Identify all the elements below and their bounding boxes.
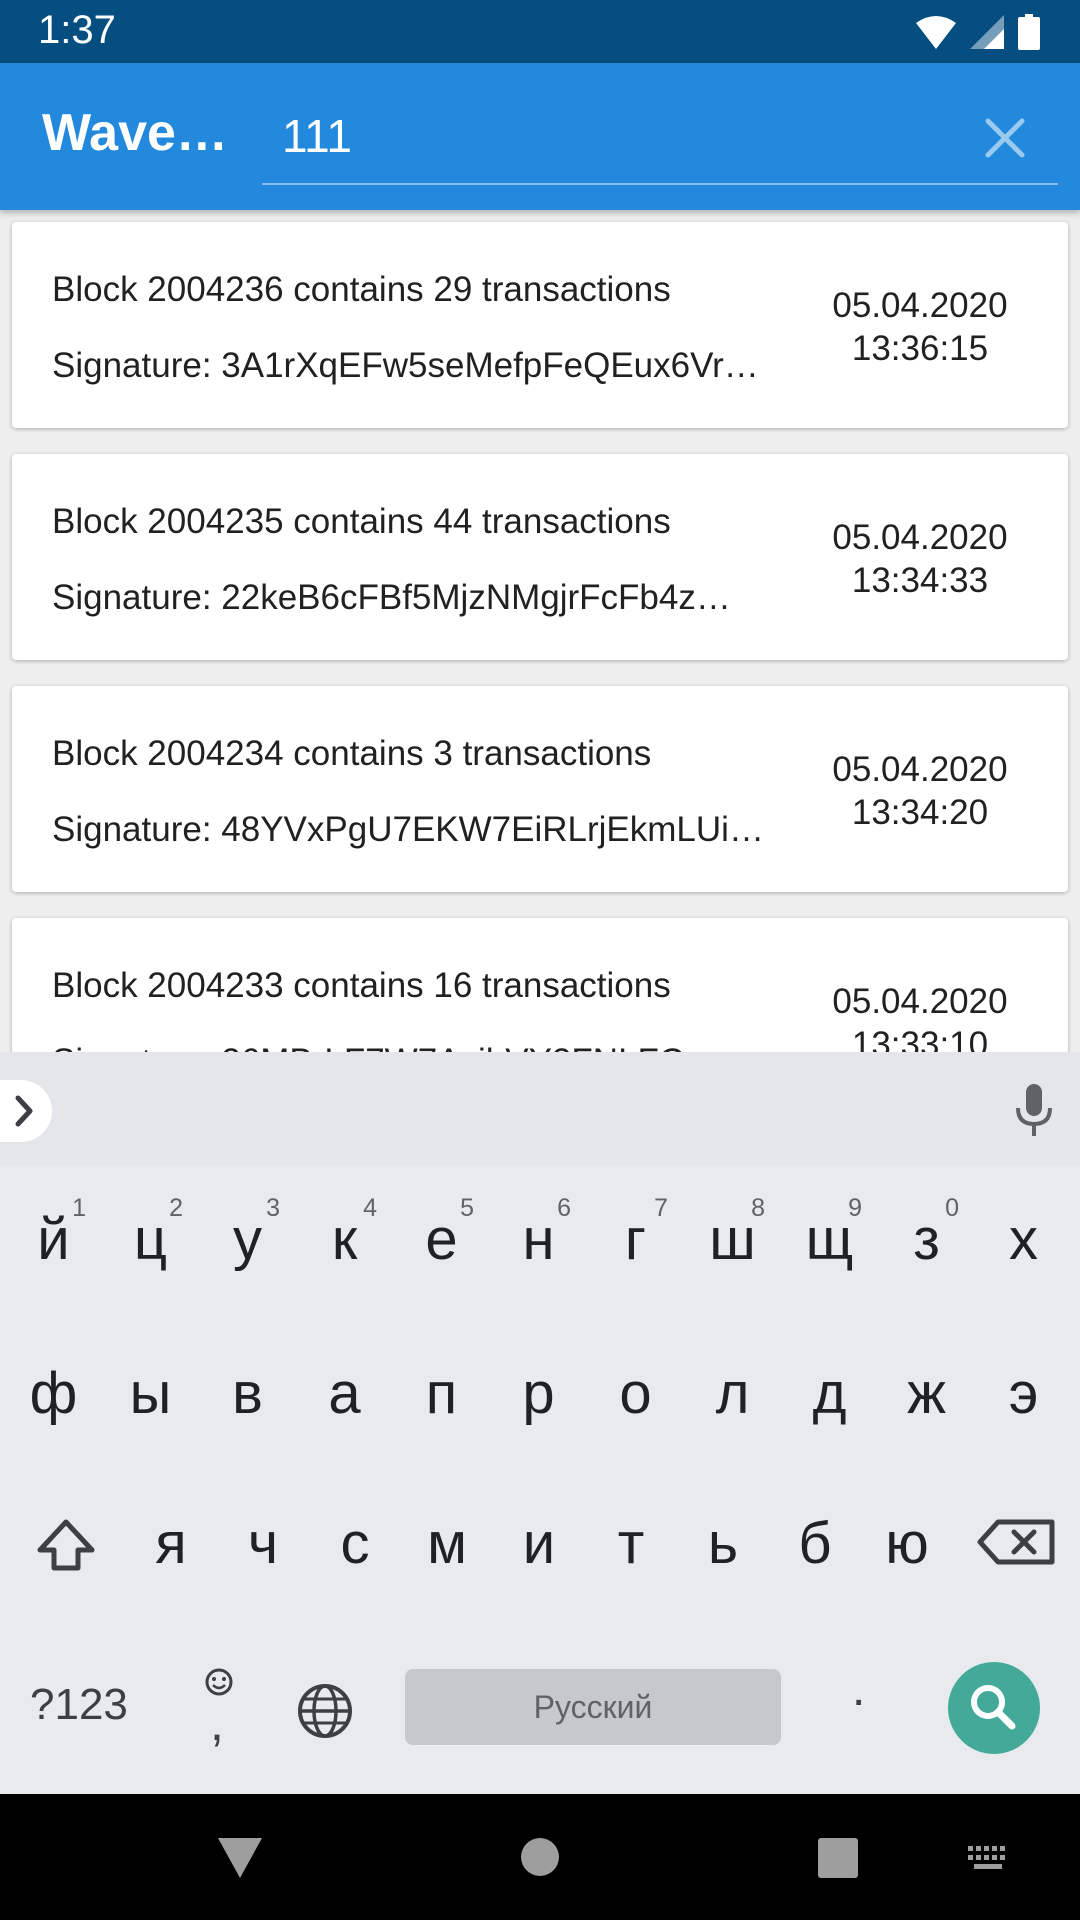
key-в[interactable]: в <box>199 1320 296 1450</box>
key-е[interactable]: 5е <box>393 1166 490 1296</box>
key-р[interactable]: р <box>490 1320 587 1450</box>
search-field[interactable] <box>262 101 1058 185</box>
key-ю[interactable]: ю <box>861 1474 953 1604</box>
search-icon <box>971 1685 1016 1730</box>
key-б[interactable]: б <box>769 1474 861 1604</box>
navigation-bar <box>0 1794 1080 1920</box>
key-я[interactable]: я <box>125 1474 217 1604</box>
key-м[interactable]: м <box>401 1474 493 1604</box>
key-у[interactable]: 3у <box>199 1166 296 1296</box>
block-signature: Signature: 22keB6cFBf5MjzNMgjrFcFb4z… <box>52 578 731 617</box>
backspace-key[interactable] <box>968 1474 1060 1604</box>
soft-keyboard: 1й 2ц 3у 4к 5е 6н 7г 8ш 9щ 0з х ф ы в а … <box>0 1052 1080 1794</box>
key-ь[interactable]: ь <box>677 1474 769 1604</box>
key-ф[interactable]: ф <box>5 1320 102 1450</box>
block-time: 13:34:33 <box>851 561 989 600</box>
block-timestamp: 05.04.2020 13:33:10 <box>820 980 1020 1052</box>
key-п[interactable]: п <box>393 1320 490 1450</box>
block-date: 05.04.2020 <box>832 750 1008 789</box>
key-к[interactable]: 4к <box>296 1166 393 1296</box>
comma-emoji-key[interactable]: , <box>198 1662 240 1752</box>
key-ц[interactable]: 2ц <box>102 1166 199 1296</box>
block-time: 13:33:10 <box>851 1025 989 1052</box>
app-title: Wave… <box>42 104 228 162</box>
battery-icon <box>1018 14 1040 50</box>
block-date: 05.04.2020 <box>832 286 1008 325</box>
block-card[interactable]: Block 2004233 contains 16 transactions S… <box>12 918 1068 1052</box>
microphone-icon[interactable] <box>1014 1084 1054 1138</box>
app-bar: Wave… <box>0 63 1080 210</box>
status-bar: 1:37 <box>0 0 1080 63</box>
back-icon[interactable] <box>216 1836 264 1880</box>
key-й[interactable]: 1й <box>5 1166 102 1296</box>
key-з[interactable]: 0з <box>878 1166 975 1296</box>
block-title: Block 2004235 contains 44 transactions <box>52 502 671 541</box>
block-signature: Signature: 26MBrLF7W7AsjhVY3FNLFC… <box>52 1042 719 1052</box>
key-т[interactable]: т <box>585 1474 677 1604</box>
key-ы[interactable]: ы <box>102 1320 199 1450</box>
space-key[interactable]: Русский <box>405 1669 781 1745</box>
globe-icon[interactable] <box>296 1682 354 1740</box>
key-д[interactable]: д <box>781 1320 878 1450</box>
period-key[interactable]: . <box>852 1662 865 1717</box>
search-input[interactable] <box>262 101 982 171</box>
key-щ[interactable]: 9щ <box>781 1166 878 1296</box>
block-timestamp: 05.04.2020 13:34:20 <box>820 748 1020 834</box>
block-signature: Signature: 48YVxPgU7EKW7EiRLrjEkmLUi… <box>52 810 764 849</box>
block-date: 05.04.2020 <box>832 982 1008 1021</box>
keyboard-switch-icon[interactable] <box>966 1844 1012 1872</box>
key-х[interactable]: х <box>975 1166 1072 1296</box>
backspace-icon <box>977 1519 1055 1565</box>
chevron-right-icon <box>15 1095 33 1127</box>
block-time: 13:36:15 <box>851 329 989 368</box>
key-н[interactable]: 6н <box>490 1166 587 1296</box>
wifi-icon <box>916 16 956 49</box>
block-date: 05.04.2020 <box>832 518 1008 557</box>
search-action-key[interactable] <box>948 1662 1040 1754</box>
key-с[interactable]: с <box>309 1474 401 1604</box>
block-timestamp: 05.04.2020 13:34:33 <box>820 516 1020 602</box>
block-card[interactable]: Block 2004235 contains 44 transactions S… <box>12 454 1068 660</box>
key-л[interactable]: л <box>684 1320 781 1450</box>
shift-icon <box>37 1519 95 1571</box>
key-г[interactable]: 7г <box>587 1166 684 1296</box>
key-ж[interactable]: ж <box>878 1320 975 1450</box>
key-а[interactable]: а <box>296 1320 393 1450</box>
comma-label: , <box>210 1695 224 1751</box>
recents-icon[interactable] <box>818 1838 858 1878</box>
block-timestamp: 05.04.2020 13:36:15 <box>820 284 1020 370</box>
key-ш[interactable]: 8ш <box>684 1166 781 1296</box>
shift-key[interactable] <box>20 1474 112 1604</box>
block-title: Block 2004233 contains 16 transactions <box>52 966 671 1005</box>
status-time: 1:37 <box>38 8 116 52</box>
block-title: Block 2004234 contains 3 transactions <box>52 734 652 773</box>
key-о[interactable]: о <box>587 1320 684 1450</box>
key-и[interactable]: и <box>493 1474 585 1604</box>
expand-toolbar-button[interactable] <box>0 1080 52 1142</box>
home-icon[interactable] <box>519 1836 561 1878</box>
suggestion-strip <box>0 1052 1080 1166</box>
block-card[interactable]: Block 2004236 contains 29 transactions S… <box>12 222 1068 428</box>
key-ч[interactable]: ч <box>217 1474 309 1604</box>
signal-icon <box>970 15 1004 49</box>
block-list: Block 2004236 contains 29 transactions S… <box>0 210 1080 1052</box>
block-signature: Signature: 3A1rXqEFw5seMefpFeQEux6Vr… <box>52 346 759 385</box>
symbols-key[interactable]: ?123 <box>30 1680 128 1730</box>
close-icon[interactable] <box>980 113 1030 163</box>
key-э[interactable]: э <box>975 1320 1072 1450</box>
status-icons <box>916 14 1040 50</box>
block-card[interactable]: Block 2004234 contains 3 transactions Si… <box>12 686 1068 892</box>
block-title: Block 2004236 contains 29 transactions <box>52 270 671 309</box>
block-time: 13:34:20 <box>851 793 989 832</box>
